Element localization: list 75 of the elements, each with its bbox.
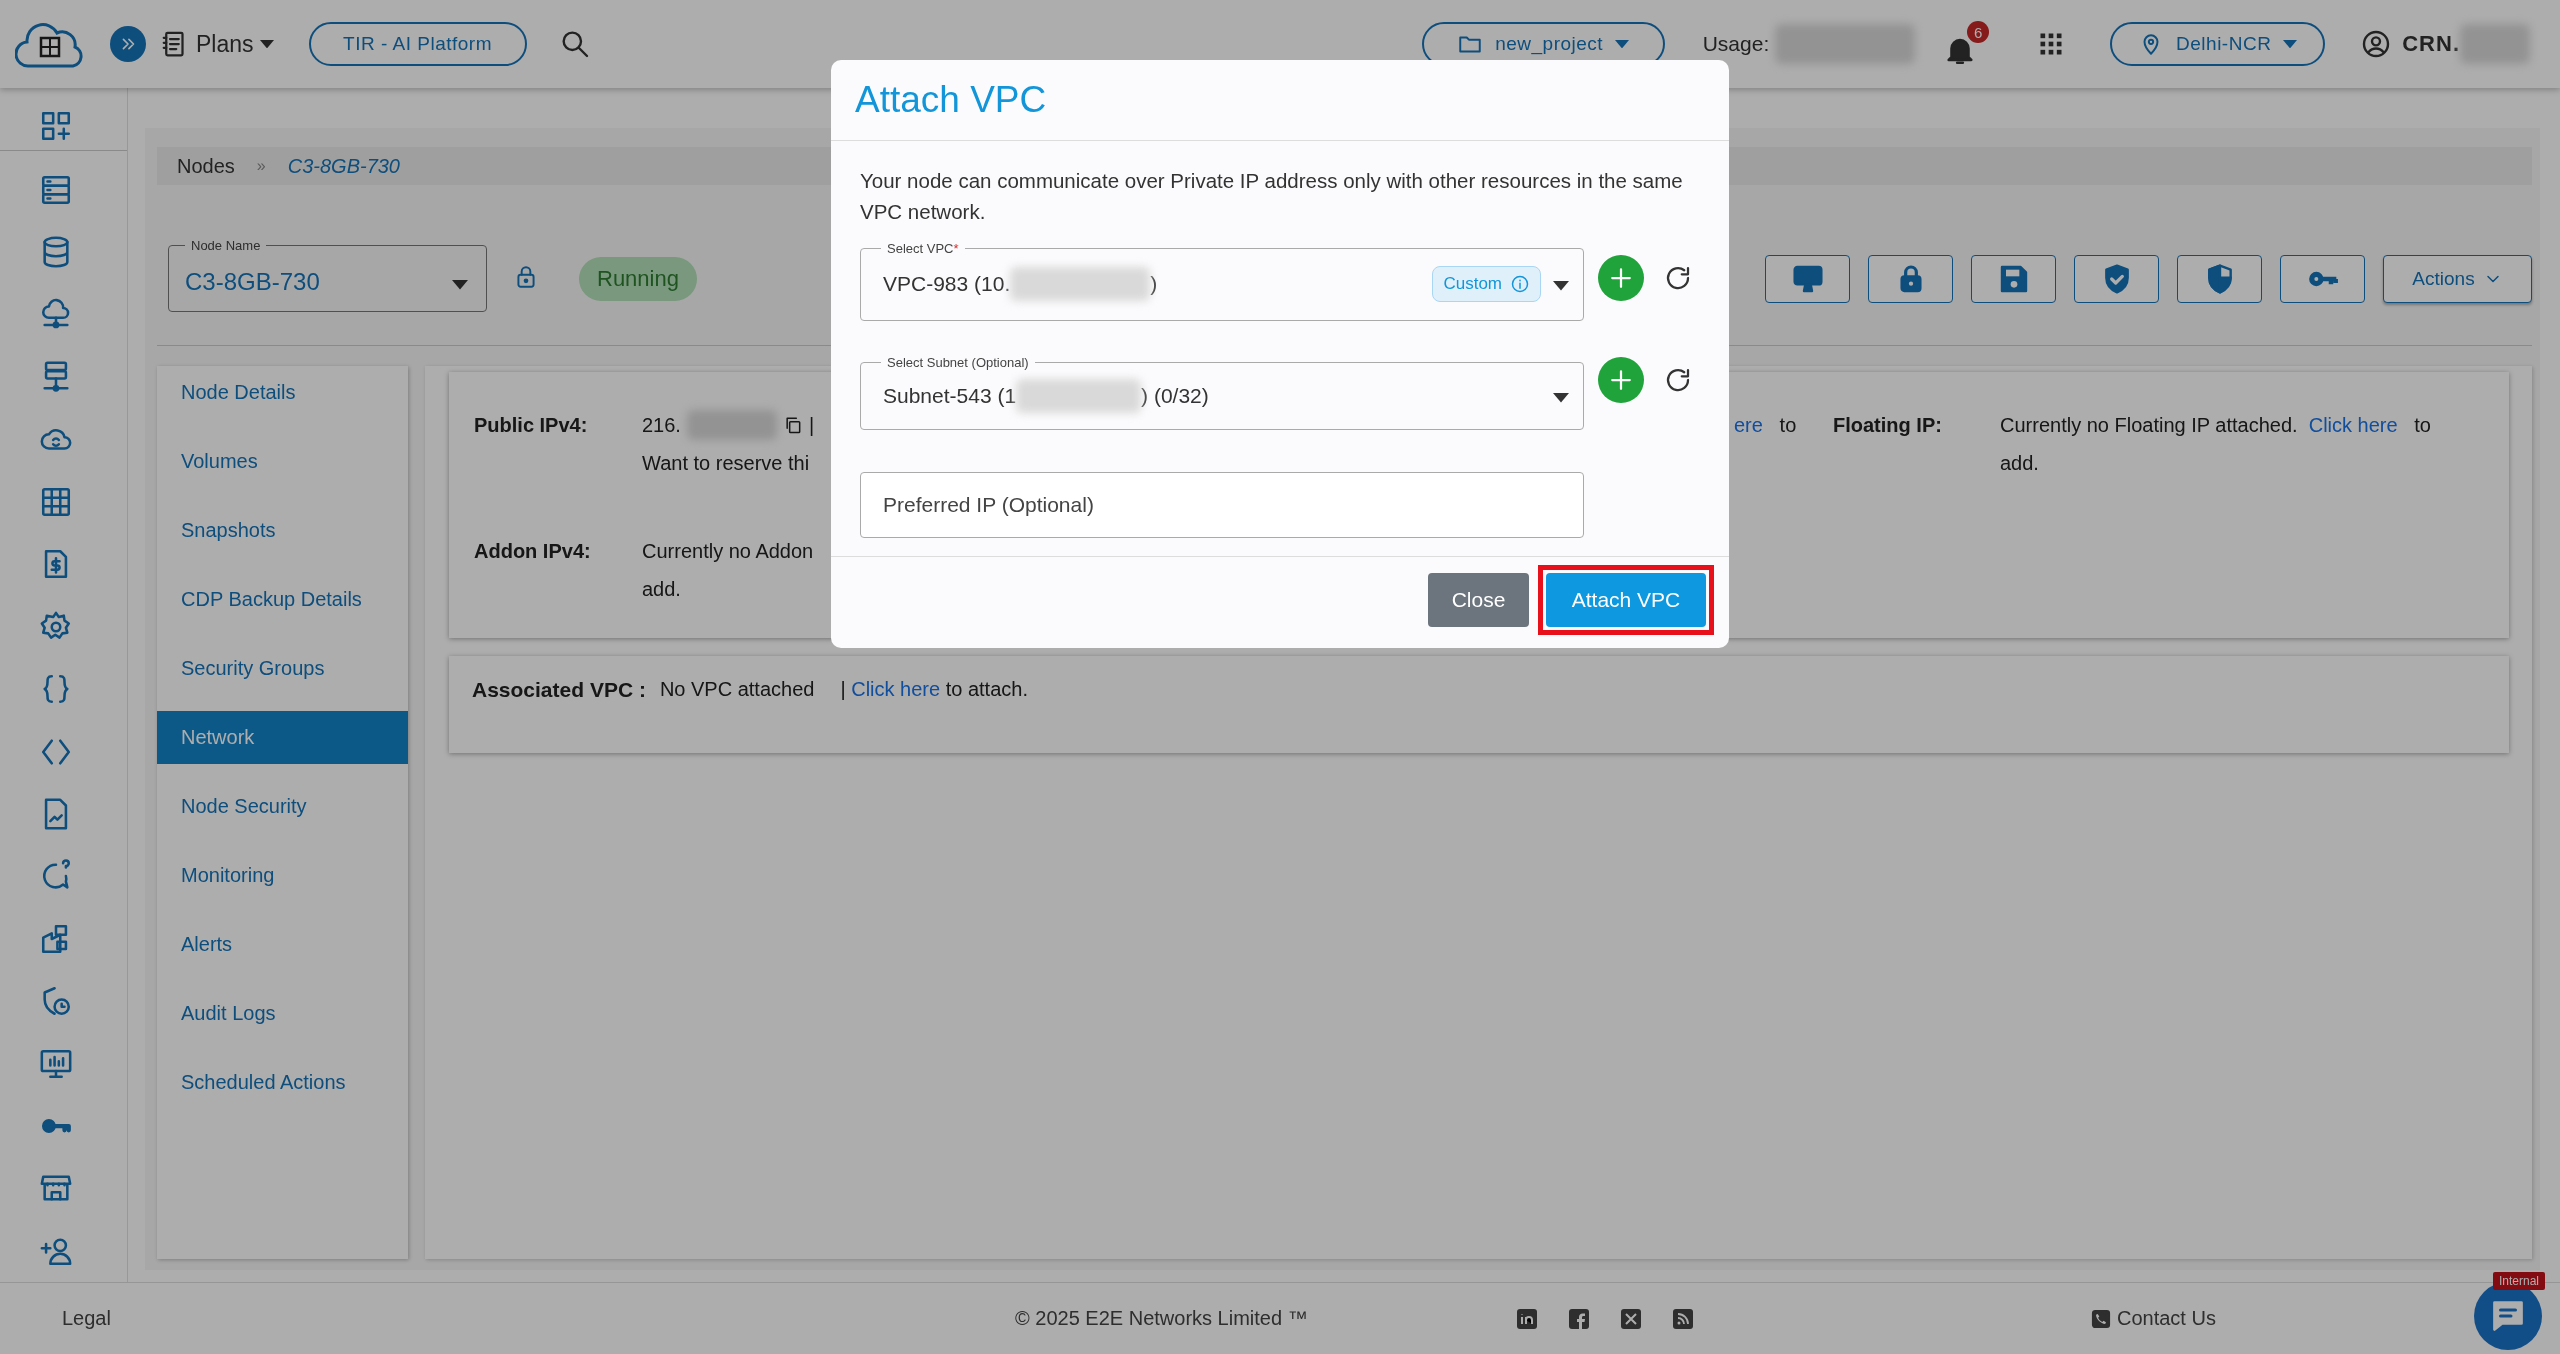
link[interactable]: Click here (2308, 414, 2398, 436)
field-label: Floating IP: (1833, 413, 1943, 438)
caret-icon (452, 279, 468, 290)
body-text: to (1779, 414, 1797, 436)
expand-button[interactable] (110, 26, 146, 62)
field-label: Addon IPv4: (474, 539, 592, 564)
account-id: CRN. (2402, 31, 2460, 57)
nav-item[interactable]: CDP Backup Details (157, 573, 408, 626)
social-icon[interactable] (1569, 1308, 1589, 1329)
nav-item[interactable]: Audit Logs (157, 987, 408, 1040)
vpc-status-text: No VPC attached (659, 678, 815, 701)
separator-text: | (808, 413, 815, 438)
caret-icon (259, 39, 274, 49)
nav-item[interactable]: Scheduled Actions (157, 1056, 408, 1109)
custom-tag: Custom (1432, 266, 1541, 302)
breadcrumb-link[interactable]: C3-8GB-730 (287, 154, 400, 178)
add-vpc-button[interactable] (1598, 255, 1644, 301)
nav-item[interactable]: Snapshots (157, 504, 408, 557)
contact-link[interactable]: Contact Us (2117, 1307, 2216, 1330)
field-label: Associated VPC : (472, 678, 646, 702)
nav-item[interactable]: Monitoring (157, 849, 408, 902)
key-button[interactable] (2280, 254, 2365, 303)
grid-icon[interactable] (39, 485, 73, 519)
blurred-value (2460, 24, 2530, 64)
shield-check-button[interactable] (2074, 254, 2159, 303)
copyright-text: © 2025 E2E Networks Limited ™ (1015, 1307, 1309, 1330)
addon-ip-text: Currently no Addon add. (642, 539, 814, 602)
console-button[interactable] (1765, 254, 1850, 303)
shield-button[interactable] (2177, 254, 2262, 303)
close-button[interactable]: Close (1428, 572, 1529, 627)
save-button[interactable] (1971, 254, 2056, 303)
preferred-ip-field[interactable]: Preferred IP (Optional) (860, 472, 1584, 538)
lock-button[interactable] (1868, 254, 1953, 303)
server-icon[interactable] (39, 173, 73, 207)
nav-item[interactable]: Alerts (157, 918, 408, 971)
subnet-select[interactable]: Select Subnet (Optional) Subnet-543 (1 ) (0/32) (860, 355, 1584, 430)
nav-item[interactable]: Security Groups (157, 642, 408, 695)
platform-button[interactable]: TIR - AI Platform (308, 22, 527, 66)
field-label: Public IPv4: (474, 413, 589, 438)
reserve-text: Want to reserve thi (642, 451, 810, 476)
social-icon[interactable] (1621, 1308, 1641, 1329)
chat-icon (2490, 1298, 2526, 1334)
notification-badge: 6 (1967, 21, 1990, 43)
link[interactable]: ere (1734, 414, 1763, 436)
caret-icon (1615, 39, 1630, 49)
caret-icon (1553, 281, 1569, 291)
dialog-title: Attach VPC (831, 60, 1729, 141)
phone-icon (2091, 1308, 2111, 1329)
nav-item[interactable]: Network (157, 711, 408, 764)
actions-button[interactable]: Actions (2383, 254, 2532, 303)
plans-menu[interactable]: Plans (160, 29, 274, 59)
region-selector[interactable]: Delhi-NCR (2110, 22, 2326, 66)
dialog-description: Your node can communicate over Private IP address only with other resources in the same VPC network. (860, 168, 1684, 225)
legal-link[interactable]: Legal (62, 1307, 1015, 1330)
attach-text: | Click here to attach. (840, 678, 1028, 701)
vpc-select[interactable]: Select VPC* VPC-983 (10. ) Custom (860, 241, 1584, 321)
social-icon[interactable] (1517, 1308, 1537, 1329)
notification-button[interactable]: 6 (1943, 21, 1990, 67)
nav-item[interactable]: Node Details (157, 366, 408, 419)
ip-value: 216. (642, 413, 681, 438)
attach-vpc-button[interactable]: Attach VPC (1546, 572, 1706, 627)
caret-icon (2283, 39, 2298, 49)
internal-badge: Internal (2492, 1272, 2545, 1290)
social-icon[interactable] (1673, 1308, 1693, 1329)
info-icon (1510, 274, 1530, 294)
nav-item[interactable]: Node Security (157, 780, 408, 833)
usage-label: Usage: (1702, 32, 1770, 56)
add-subnet-button[interactable] (1598, 356, 1644, 403)
breadcrumb-link[interactable]: Nodes (177, 154, 235, 178)
nav-item[interactable]: Volumes (157, 435, 408, 488)
breadcrumb-separator: » (256, 157, 266, 175)
caret-icon (1553, 392, 1569, 403)
link[interactable]: Click here (851, 678, 941, 700)
floating-ip-text: Currently no Floating IP attached. Click here to add. (2000, 413, 2431, 476)
status-badge: Running (579, 256, 697, 301)
